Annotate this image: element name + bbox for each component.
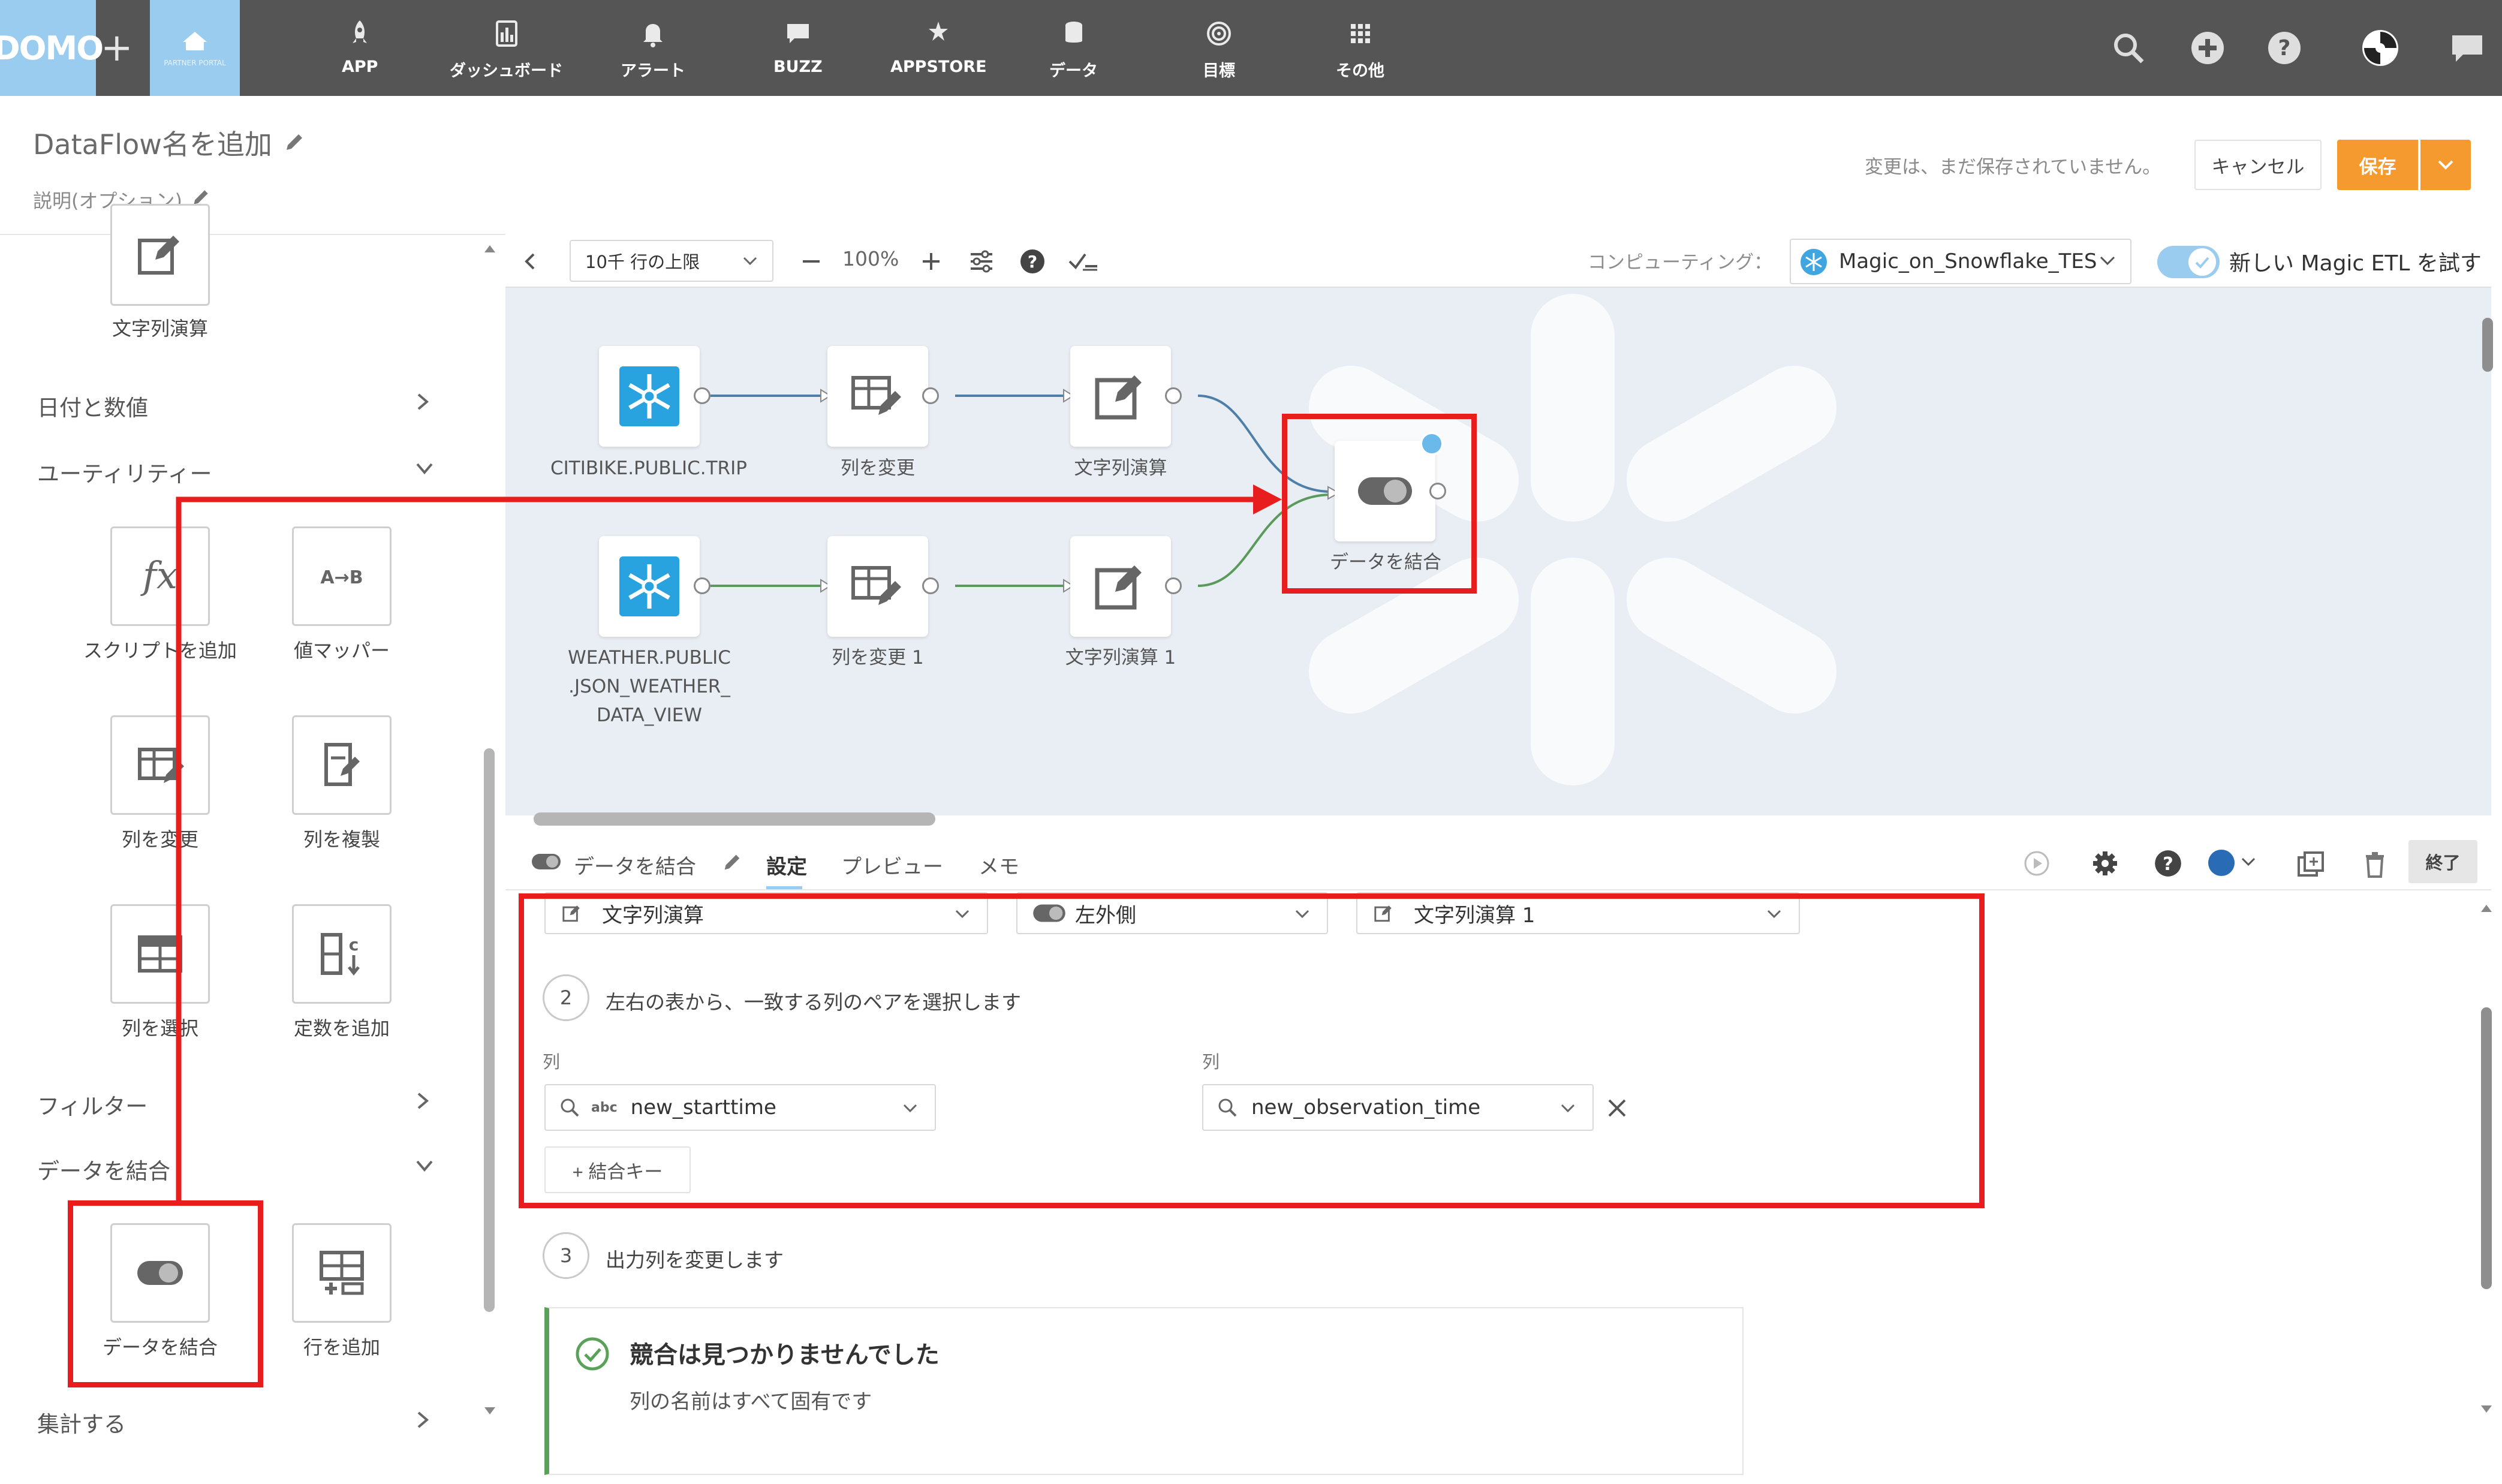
help-icon[interactable]: ? <box>2263 27 2305 69</box>
checkmark-icon <box>2195 257 2209 269</box>
chevron-down-icon[interactable] <box>2098 255 2116 267</box>
chevron-right-icon[interactable] <box>414 1409 432 1431</box>
avatar-icon[interactable] <box>2359 27 2401 69</box>
step-number: 3 <box>543 1232 589 1279</box>
done-button[interactable]: 終了 <box>2408 840 2477 883</box>
conflict-subtitle: 列の名前はすべて固有です <box>630 1390 872 1414</box>
new-magic-etl-label: 新しい Magic ETL を試す <box>2229 251 2482 276</box>
grid-icon <box>1350 24 1370 43</box>
canvas-vertical-scrollbar[interactable] <box>2482 318 2493 372</box>
chevron-down-icon <box>2438 160 2453 170</box>
snowflake-icon <box>1801 249 1827 275</box>
search-icon[interactable] <box>2107 27 2149 69</box>
play-icon[interactable] <box>2024 850 2050 877</box>
unsaved-notice: 変更は、まだ保存されていません。 <box>1865 156 2161 178</box>
help-circle-icon[interactable]: ? <box>2154 849 2182 878</box>
svg-text:?: ? <box>2163 854 2173 875</box>
conflict-title: 競合は見つかりませんでした <box>630 1341 940 1369</box>
add-circle-icon[interactable] <box>2187 27 2229 69</box>
step-description: 出力列を変更します <box>606 1248 784 1272</box>
highlight-join-tile <box>68 1200 263 1387</box>
chat-icon[interactable] <box>2446 27 2488 69</box>
save-button[interactable]: 保存 <box>2337 140 2418 190</box>
section-aggregate[interactable]: 集計する <box>37 1406 126 1438</box>
append-rows-icon <box>320 1251 364 1295</box>
scroll-up-arrow-icon[interactable] <box>2480 902 2493 913</box>
compute-label: コンピューティング： <box>1588 252 1773 273</box>
save-dropdown-button[interactable] <box>2420 140 2471 190</box>
color-picker-icon[interactable] <box>2206 848 2260 878</box>
duplicate-icon[interactable] <box>2296 850 2325 879</box>
compute-select[interactable]: Magic_on_Snowflake_TES <box>1790 239 2131 284</box>
tile-label: 行を追加 <box>303 1336 380 1359</box>
gear-icon[interactable] <box>2091 849 2119 878</box>
scroll-down-arrow-icon[interactable] <box>483 1406 496 1417</box>
nav-item-label: その他 <box>1336 62 1384 80</box>
trash-icon[interactable] <box>2362 850 2387 879</box>
scroll-down-arrow-icon[interactable] <box>2480 1404 2493 1415</box>
cancel-button[interactable]: キャンセル <box>2194 140 2322 190</box>
annotation-arrow <box>176 484 1282 1202</box>
svg-text:?: ? <box>2278 36 2291 61</box>
check-circle-icon <box>576 1337 609 1371</box>
tile-append-rows[interactable] <box>292 1223 392 1323</box>
panel-vertical-scrollbar[interactable] <box>2481 1007 2492 1289</box>
nav-item-more[interactable]: その他 <box>1336 17 1384 83</box>
compute-value: Magic_on_Snowflake_TES <box>1839 249 2097 273</box>
